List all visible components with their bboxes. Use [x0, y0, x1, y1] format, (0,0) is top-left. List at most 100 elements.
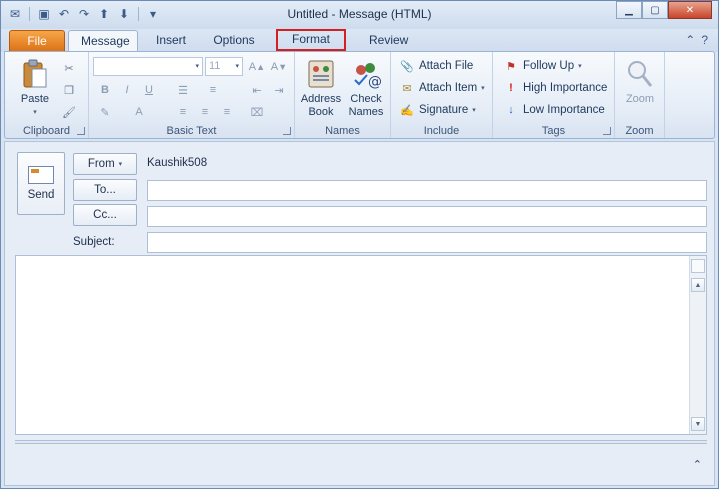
- title-bar: ✉ ▣ ↶ ↷ ⬆ ⬇ ▾ Untitled - Message (HTML) …: [1, 1, 718, 29]
- clear-formatting-icon[interactable]: ⌧: [249, 104, 265, 120]
- bold-icon[interactable]: B: [97, 82, 113, 98]
- font-size-value: 11: [209, 60, 221, 72]
- low-importance-icon: ↓: [508, 104, 514, 116]
- group-label-clipboard: Clipboard: [22, 125, 71, 137]
- format-painter-icon[interactable]: 🖌: [61, 104, 77, 120]
- ribbon-tab-row: File Message Insert Options Format Text …: [1, 29, 718, 63]
- ribbon-right-controls: ⌃ ?: [685, 33, 708, 47]
- maximize-icon: ▢: [650, 4, 660, 16]
- group-label-include: Include: [423, 125, 460, 137]
- group-basic-text: ▾ 11 ▾ A ▲ A ▼ B I U ☰ ≡ ⇤ ⇥ ✎ A ≡ ≡ ≡ ⌧ B…: [89, 52, 295, 138]
- align-center-icon[interactable]: ≡: [197, 104, 213, 120]
- italic-icon[interactable]: I: [119, 82, 135, 98]
- high-importance-button[interactable]: ! High Importance: [503, 80, 607, 96]
- align-right-icon[interactable]: ≡: [219, 104, 235, 120]
- shrink-font-icon[interactable]: A ▼: [271, 59, 287, 75]
- minimize-button[interactable]: ▁: [616, 1, 642, 19]
- high-importance-icon: !: [509, 82, 513, 94]
- close-icon: ✕: [685, 4, 695, 16]
- vertical-scrollbar[interactable]: ▲ ▼: [689, 256, 706, 434]
- signature-button[interactable]: ✍ Signature ▾: [399, 102, 476, 118]
- high-importance-label: High Importance: [523, 82, 608, 94]
- attach-file-button[interactable]: 📎 Attach File: [399, 58, 473, 74]
- zoom-button[interactable]: Zoom: [620, 58, 660, 106]
- tab-review[interactable]: Review: [357, 30, 417, 52]
- outlook-message-window: ✉ ▣ ↶ ↷ ⬆ ⬇ ▾ Untitled - Message (HTML) …: [0, 0, 719, 489]
- message-body[interactable]: ▲ ▼: [15, 255, 707, 435]
- address-book-icon: [308, 60, 334, 88]
- tab-options[interactable]: Options: [201, 30, 267, 52]
- paste-dropdown-icon: ▾: [33, 109, 37, 116]
- subject-field[interactable]: [147, 232, 707, 253]
- paperclip-icon: 📎: [400, 60, 414, 73]
- basic-text-launcher[interactable]: [283, 127, 291, 135]
- clipboard-launcher[interactable]: [77, 127, 85, 135]
- group-clipboard: Paste ▾ ✂ ❐ 🖌 Clipboard: [5, 52, 89, 138]
- underline-icon[interactable]: U: [141, 82, 157, 98]
- follow-up-button[interactable]: ⚑ Follow Up ▾: [503, 58, 582, 74]
- check-names-button[interactable]: @ Check Names: [345, 58, 387, 119]
- tab-file[interactable]: File: [9, 30, 65, 52]
- group-include: 📎 Attach File ✉ Attach Item ▾ ✍ Signatur…: [391, 52, 493, 138]
- cc-button-label: Cc...: [93, 209, 117, 221]
- cut-icon[interactable]: ✂: [61, 60, 77, 76]
- cc-field[interactable]: [147, 206, 707, 227]
- maximize-button[interactable]: ▢: [642, 1, 668, 19]
- attach-item-button[interactable]: ✉ Attach Item ▾: [399, 80, 484, 96]
- group-names: Address Book @ Check Names Names: [295, 52, 391, 138]
- bullets-icon[interactable]: ☰: [175, 82, 191, 98]
- send-label: Send: [27, 189, 55, 201]
- font-size-combo[interactable]: 11 ▾: [205, 57, 243, 76]
- flag-icon: ⚑: [506, 60, 516, 73]
- ruler-toggle-icon[interactable]: [691, 259, 705, 273]
- group-label-names: Names: [325, 125, 360, 137]
- low-importance-button[interactable]: ↓ Low Importance: [503, 102, 605, 118]
- tab-insert[interactable]: Insert: [143, 30, 199, 52]
- scroll-up-icon[interactable]: ▲: [691, 278, 705, 292]
- scroll-down-icon[interactable]: ▼: [691, 417, 705, 431]
- tags-launcher[interactable]: [603, 127, 611, 135]
- send-button[interactable]: Send: [17, 152, 65, 215]
- font-color-icon[interactable]: A: [131, 104, 147, 120]
- cc-button[interactable]: Cc...: [73, 204, 137, 226]
- window-title: Untitled - Message (HTML): [287, 7, 432, 21]
- align-left-icon[interactable]: ≡: [175, 104, 191, 120]
- address-book-label-line1: Address: [300, 93, 342, 105]
- decrease-indent-icon[interactable]: ⇤: [249, 82, 265, 98]
- from-value: Kaushik508: [147, 157, 208, 169]
- check-names-icon: @: [354, 63, 382, 90]
- address-book-label-line2: Book: [308, 106, 334, 118]
- address-book-button[interactable]: Address Book: [299, 58, 343, 119]
- minimize-icon: ▁: [625, 4, 633, 16]
- grow-font-icon[interactable]: A ▲: [249, 59, 265, 75]
- to-button-label: To...: [94, 184, 116, 196]
- from-dropdown-icon: ▾: [118, 161, 123, 168]
- attach-item-icon: ✉: [402, 82, 412, 95]
- tab-message[interactable]: Message: [68, 30, 138, 52]
- to-button[interactable]: To...: [73, 179, 137, 201]
- svg-text:@: @: [368, 74, 382, 90]
- follow-up-label: Follow Up: [523, 60, 575, 72]
- tab-format-text[interactable]: Format Text: [276, 29, 346, 63]
- minimize-ribbon-icon[interactable]: ⌃: [685, 33, 695, 47]
- signature-icon: ✍: [400, 104, 414, 117]
- splitter-bar[interactable]: [15, 440, 707, 444]
- expand-people-pane-icon[interactable]: ⌃: [693, 458, 702, 471]
- paste-button[interactable]: Paste ▾: [15, 58, 55, 119]
- highlight-icon[interactable]: ✎: [97, 104, 113, 120]
- numbering-icon[interactable]: ≡: [205, 82, 221, 98]
- attach-file-label: Attach File: [419, 60, 474, 72]
- ribbon: Paste ▾ ✂ ❐ 🖌 Clipboard ▾ 11 ▾ A ▲ A ▼ B I…: [4, 51, 715, 139]
- font-name-combo[interactable]: ▾: [93, 57, 203, 76]
- check-names-label-line2: Names: [348, 106, 384, 118]
- increase-indent-icon[interactable]: ⇥: [271, 82, 287, 98]
- paste-icon: [23, 59, 47, 88]
- group-tags: ⚑ Follow Up ▾ ! High Importance ↓ Low Im…: [493, 52, 615, 138]
- close-button[interactable]: ✕: [668, 1, 712, 19]
- from-button[interactable]: From ▾: [73, 153, 137, 175]
- copy-icon[interactable]: ❐: [61, 82, 77, 98]
- check-names-label-line1: Check: [350, 93, 382, 105]
- zoom-button-label: Zoom: [625, 93, 655, 105]
- help-icon[interactable]: ?: [701, 33, 708, 47]
- to-field[interactable]: [147, 180, 707, 201]
